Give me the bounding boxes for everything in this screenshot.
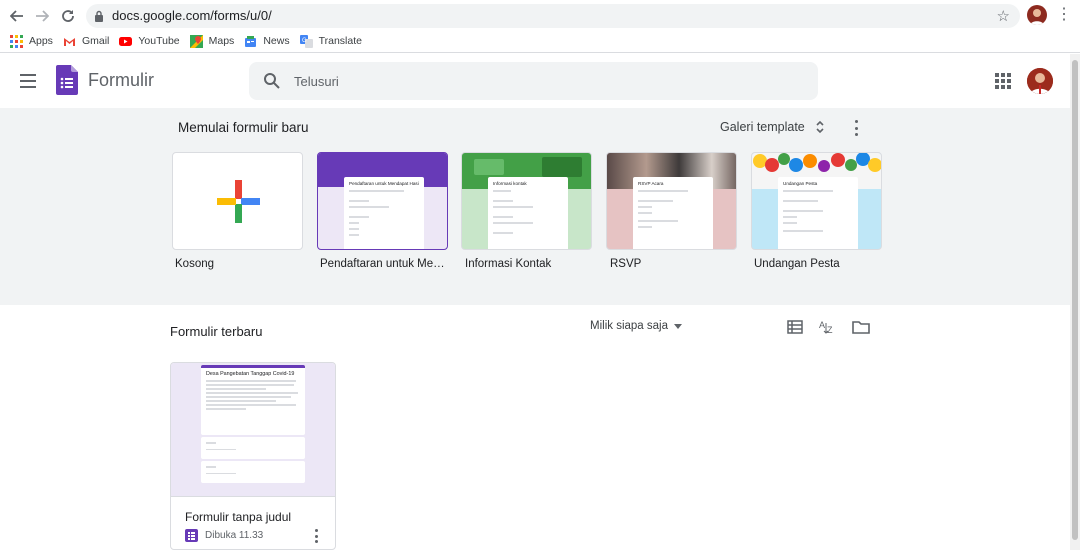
template-mini-title: Undangan Pesta xyxy=(783,181,818,186)
template-section-heading: Memulai formulir baru xyxy=(178,120,309,135)
form-title: Formulir tanpa judul xyxy=(185,510,292,524)
unfold-icon xyxy=(815,120,825,134)
dropdown-caret-icon xyxy=(673,323,682,329)
template-label: Informasi Kontak xyxy=(465,258,552,270)
profile-avatar[interactable] xyxy=(1027,5,1047,25)
search-placeholder: Telusuri xyxy=(294,74,339,89)
sort-az-icon[interactable]: AZ xyxy=(819,318,837,336)
recent-forms-heading: Formulir terbaru xyxy=(170,324,263,339)
form-opened-time: Dibuka 11.33 xyxy=(205,530,264,541)
bookmark-maps[interactable]: Maps xyxy=(189,34,235,48)
template-label: Pendaftaran untuk Mendapat Hasil xyxy=(320,258,448,270)
template-mini-title: RSVP Acara xyxy=(638,181,664,186)
browser-menu-icon[interactable]: ⋮ xyxy=(1056,5,1072,25)
template-mini-title: Informasi kontak xyxy=(493,181,527,186)
plus-icon xyxy=(217,180,260,223)
google-apps-icon[interactable] xyxy=(995,73,1011,89)
template-card-contact[interactable]: Informasi kontak xyxy=(461,152,592,250)
bookmark-apps[interactable]: Apps xyxy=(10,34,53,48)
list-view-icon[interactable] xyxy=(786,318,804,336)
bookmark-label: YouTube xyxy=(138,35,180,47)
template-label: Kosong xyxy=(175,258,215,270)
bookmark-label: Translate xyxy=(318,35,362,47)
news-icon xyxy=(244,35,257,48)
bookmark-label: Maps xyxy=(208,35,235,47)
back-icon[interactable] xyxy=(6,5,28,27)
forms-logo-icon[interactable] xyxy=(56,65,78,95)
template-label: RSVP xyxy=(610,258,642,270)
bookmark-gmail[interactable]: Gmail xyxy=(63,35,109,48)
bookmark-label: Apps xyxy=(29,35,53,47)
template-gallery-toggle[interactable]: Galeri template xyxy=(720,120,825,134)
form-meta: Dibuka 11.33 xyxy=(185,529,263,542)
svg-text:Z: Z xyxy=(827,325,833,335)
owner-filter-dropdown[interactable]: Milik siapa saja xyxy=(590,320,682,332)
bookmark-translate[interactable]: G Translate xyxy=(299,34,362,48)
template-card-rsvp[interactable]: RSVP Acara xyxy=(606,152,737,250)
form-thumbnail: Desa Pangebatan Tanggap Covid-19 xyxy=(171,363,335,497)
thumbnail-title: Desa Pangebatan Tanggap Covid-19 xyxy=(206,371,295,377)
page-scrollbar[interactable] xyxy=(1070,54,1080,550)
folder-icon[interactable] xyxy=(852,318,870,336)
address-bar[interactable]: docs.google.com/forms/u/0/ ☆ xyxy=(86,4,1020,28)
template-label: Undangan Pesta xyxy=(754,258,840,270)
main-menu-icon[interactable] xyxy=(20,74,36,88)
forward-icon[interactable] xyxy=(31,5,53,27)
template-gallery: Memulai formulir baru Galeri template Ko… xyxy=(0,108,1070,305)
form-more-icon[interactable] xyxy=(315,529,319,543)
template-gallery-label: Galeri template xyxy=(720,120,805,134)
apps-grid-icon xyxy=(10,34,23,48)
template-card-blank[interactable] xyxy=(172,152,303,250)
app-title[interactable]: Formulir xyxy=(88,70,154,91)
translate-icon: G xyxy=(299,34,313,48)
browser-toolbar: docs.google.com/forms/u/0/ ☆ ⋮ Apps Gmai… xyxy=(0,0,1080,53)
bookmark-label: News xyxy=(263,35,290,47)
reload-icon[interactable] xyxy=(57,5,79,27)
youtube-icon xyxy=(119,35,133,48)
url-text: docs.google.com/forms/u/0/ xyxy=(112,8,272,23)
template-mini-title: Pendaftaran untuk Mendapat Hasil xyxy=(349,181,419,186)
search-icon xyxy=(263,72,281,95)
template-card-party[interactable]: Undangan Pesta xyxy=(751,152,882,250)
svg-text:G: G xyxy=(302,38,307,44)
app-header: Formulir Telusuri xyxy=(0,54,1070,108)
search-input[interactable]: Telusuri xyxy=(249,62,818,100)
recent-form-card[interactable]: Desa Pangebatan Tanggap Covid-19 Formuli… xyxy=(170,362,336,550)
bookmark-star-icon[interactable]: ☆ xyxy=(997,7,1010,25)
maps-icon xyxy=(189,34,203,48)
forms-file-icon xyxy=(185,529,198,542)
template-card-registration[interactable]: Pendaftaran untuk Mendapat Hasil xyxy=(317,152,448,250)
template-more-icon[interactable] xyxy=(853,120,859,136)
bookmarks-bar: Apps Gmail YouTube Maps News G Translate xyxy=(0,31,362,51)
bookmark-label: Gmail xyxy=(81,35,110,47)
bookmark-news[interactable]: News xyxy=(244,35,290,48)
svg-text:A: A xyxy=(819,320,825,330)
gmail-icon xyxy=(63,35,76,48)
owner-filter-label: Milik siapa saja xyxy=(590,320,668,332)
bookmark-youtube[interactable]: YouTube xyxy=(119,35,180,48)
account-avatar[interactable] xyxy=(1027,68,1053,94)
lock-icon xyxy=(94,9,104,27)
